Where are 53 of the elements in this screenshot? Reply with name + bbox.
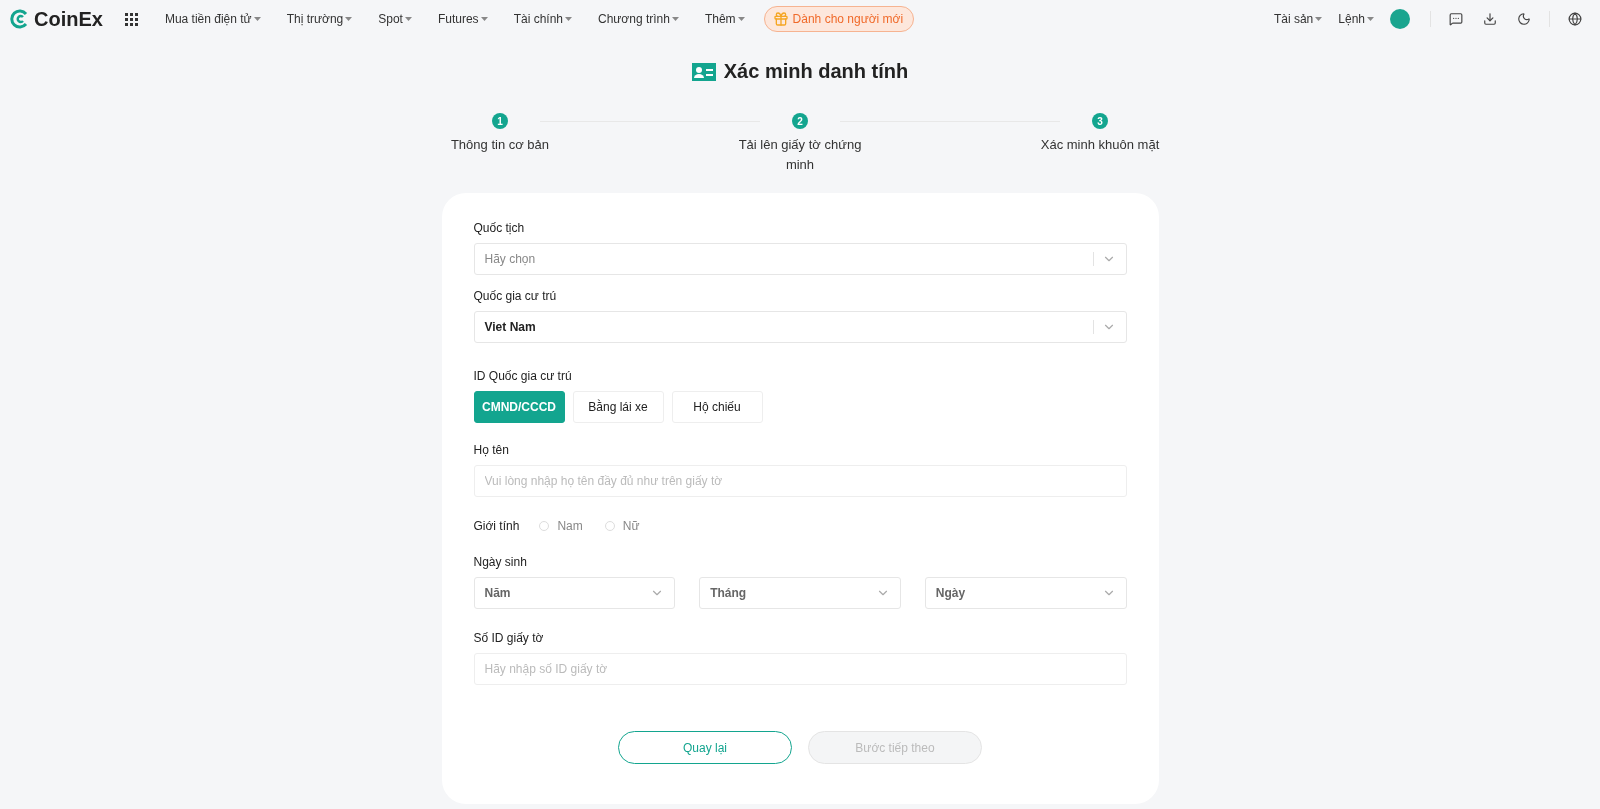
radio-label[interactable]: Nữ — [622, 519, 640, 533]
nav-menu-item[interactable]: Thị trường — [273, 12, 366, 26]
globe-icon[interactable] — [1568, 12, 1582, 26]
step-label: Xác minh khuôn mặt — [1040, 136, 1160, 154]
apps-grid-icon[interactable] — [124, 12, 138, 26]
radio-label[interactable]: Nam — [557, 519, 583, 533]
nationality-select[interactable]: Hãy chọn — [473, 243, 1127, 275]
date-select[interactable]: Tháng — [699, 577, 901, 609]
logo-text[interactable]: CoinEx — [34, 7, 103, 31]
avatar-icon[interactable] — [1390, 9, 1410, 29]
field-label: Họ tên — [473, 443, 510, 457]
nav-menu-item[interactable]: Lệnh — [1332, 12, 1380, 26]
id-type-option[interactable]: Hộ chiếu — [671, 391, 763, 423]
nav-menu-item[interactable]: Tài chính — [500, 12, 585, 26]
chat-icon[interactable] — [1449, 12, 1463, 26]
caret-icon — [565, 16, 572, 22]
id-type-option[interactable]: Bằng lái xe — [572, 391, 664, 423]
step-number: 3 — [1092, 113, 1108, 129]
caret-icon — [253, 16, 261, 22]
nav-menu-item[interactable]: Tài sản — [1267, 12, 1329, 26]
caret-icon — [737, 16, 745, 22]
caret-icon — [671, 16, 679, 22]
caret-icon — [480, 16, 488, 22]
caret-icon — [1315, 16, 1323, 22]
step-label: Thông tin cơ bản — [450, 136, 550, 154]
nav-menu-item[interactable]: Thêm — [691, 12, 758, 26]
id-number-input[interactable]: Hãy nhập số ID giấy tờ — [473, 653, 1127, 685]
id-card-icon — [691, 62, 716, 81]
caret-icon — [404, 16, 412, 22]
nav-menu-item[interactable]: Spot — [365, 12, 425, 26]
page-title: Xác minh danh tính — [723, 60, 909, 83]
logo-icon — [10, 9, 30, 29]
date-select[interactable]: Ngày — [924, 577, 1127, 609]
field-label: Quốc tịch — [473, 221, 526, 235]
field-label: Quốc gia cư trú — [473, 289, 558, 303]
step-number: 1 — [492, 113, 508, 129]
caret-icon — [1367, 16, 1374, 22]
field-label: ID Quốc gia cư trú — [473, 369, 573, 383]
field-label: Giới tính — [473, 519, 520, 533]
nav-menu-item[interactable]: Mua tiền điện tử — [151, 12, 274, 26]
step-number: 2 — [792, 113, 808, 129]
nav-menu-item[interactable]: Futures — [424, 12, 501, 26]
field-label: Ngày sinh — [473, 555, 528, 569]
gift-icon — [772, 11, 789, 27]
residence-select[interactable]: Viet Nam — [473, 311, 1127, 343]
full-name-input[interactable]: Vui lòng nhập họ tên đầy đủ như trên giấy tờ — [473, 465, 1127, 497]
caret-icon — [345, 16, 353, 22]
field-label: Số ID giấy tờ — [473, 631, 545, 645]
step-label: Tải lên giấy tờ chứng minh — [737, 136, 863, 174]
moon-icon[interactable] — [1517, 12, 1531, 26]
nav-menu-item[interactable]: Chương trình — [585, 12, 692, 26]
download-icon[interactable] — [1483, 12, 1497, 26]
date-select[interactable]: Năm — [473, 577, 676, 609]
